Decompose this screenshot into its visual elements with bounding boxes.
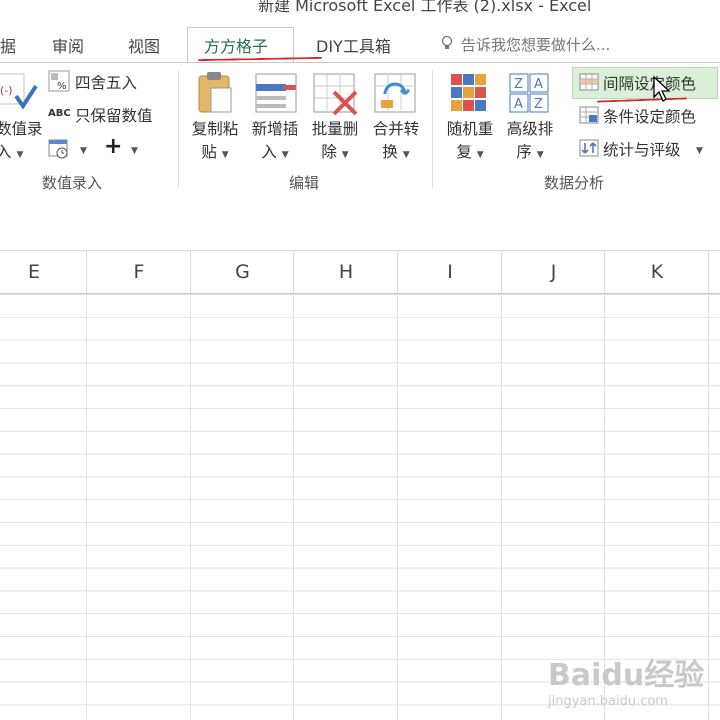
svg-text:(-): (-) [0,84,13,97]
column-gridline [190,294,191,720]
date-time-dropdown-caret[interactable]: ▼ [80,146,87,156]
svg-text:%: % [57,81,67,92]
stats-rating-dropdown-caret[interactable]: ▼ [696,146,703,156]
batch-delete-button[interactable]: 批量删 除 ▼ [306,118,364,167]
lightbulb-icon [441,35,453,49]
watermark-url: jingyan.baidu.com [548,694,668,709]
plus-button[interactable]: + [104,134,122,159]
condition-color-icon [579,106,599,124]
random-repeat-icon [451,74,486,111]
abc-icon: ABC [48,108,71,119]
column-header-row: E F G H I J K [0,251,720,294]
column-header-j[interactable]: J [501,251,605,293]
column-header-h[interactable]: H [293,251,398,293]
tab-diy-toolbox[interactable]: DIY工具箱 [316,33,391,57]
column-gridline [501,294,502,720]
clipboard-icon [198,72,232,113]
column-gridline [86,294,87,720]
tab-data[interactable]: 据 [0,33,16,57]
group-separator [178,70,179,188]
column-gridline [293,294,294,720]
condition-color-button[interactable]: 条件设定颜色 [603,105,696,127]
tell-me-search[interactable]: 告诉我您想要做什么... [461,34,610,55]
group-separator [432,70,433,188]
column-header-k[interactable]: K [604,251,709,293]
svg-text:Z: Z [534,97,543,112]
column-header-e[interactable]: E [0,251,86,293]
column-header-l[interactable] [708,251,720,293]
group-label-numeric: 数值录入 [42,174,103,192]
title-bar: 新建 Microsoft Excel 工作表 (2).xlsx - Excel [0,0,720,26]
numeric-entry-icon: (-) [0,73,38,110]
sort-az-icon: Z A A Z [509,73,549,113]
group-label-analysis: 数据分析 [544,174,605,192]
mouse-cursor-icon [653,75,671,102]
svg-text:A: A [514,97,523,112]
insert-button[interactable]: 新增插 入 ▼ [246,118,304,167]
baidu-watermark: Baidu经验 jingyan.baidu.com [548,650,704,709]
interval-color-label: 间隔设定颜色 [603,75,697,93]
plus-dropdown-caret[interactable]: ▼ [131,146,138,156]
column-gridline [397,294,398,720]
group-label-edit: 编辑 [289,174,320,192]
advanced-sort-button[interactable]: 高级排 序 ▼ [500,118,560,167]
random-repeat-button[interactable]: 随机重 复 ▼ [440,118,500,167]
keep-numeric-button[interactable]: 只保留数值 [75,104,153,126]
round-button[interactable]: 四舍五入 [75,71,137,93]
window-title: 新建 Microsoft Excel 工作表 (2).xlsx - Excel [258,0,592,15]
stats-rating-icon [579,139,599,157]
interval-color-icon [579,73,599,91]
merge-convert-button[interactable]: 合并转 换 ▼ [367,118,425,167]
round-icon: % [48,70,70,92]
svg-text:Z: Z [514,77,523,92]
column-header-i[interactable]: I [397,251,502,293]
watermark-logo: Baidu经验 [548,658,705,693]
insert-rows-icon [255,73,297,113]
column-gridline [708,294,709,720]
batch-delete-icon [313,73,358,116]
stats-rating-button[interactable]: 统计与评级 [603,138,681,160]
merge-convert-icon [374,73,416,113]
svg-text:A: A [534,77,543,92]
column-header-f[interactable]: F [86,251,191,293]
column-header-g[interactable]: G [190,251,294,293]
tab-review[interactable]: 审阅 [52,33,84,57]
tab-view[interactable]: 视图 [128,33,160,57]
formula-bar-area[interactable] [0,199,720,251]
numeric-entry-button[interactable]: 数值录 入 ▼ [0,118,43,167]
copy-paste-button[interactable]: 复制粘 贴 ▼ [186,118,244,167]
tab-fangfang[interactable]: 方方格子 [204,33,268,57]
date-time-icon[interactable] [48,138,70,160]
